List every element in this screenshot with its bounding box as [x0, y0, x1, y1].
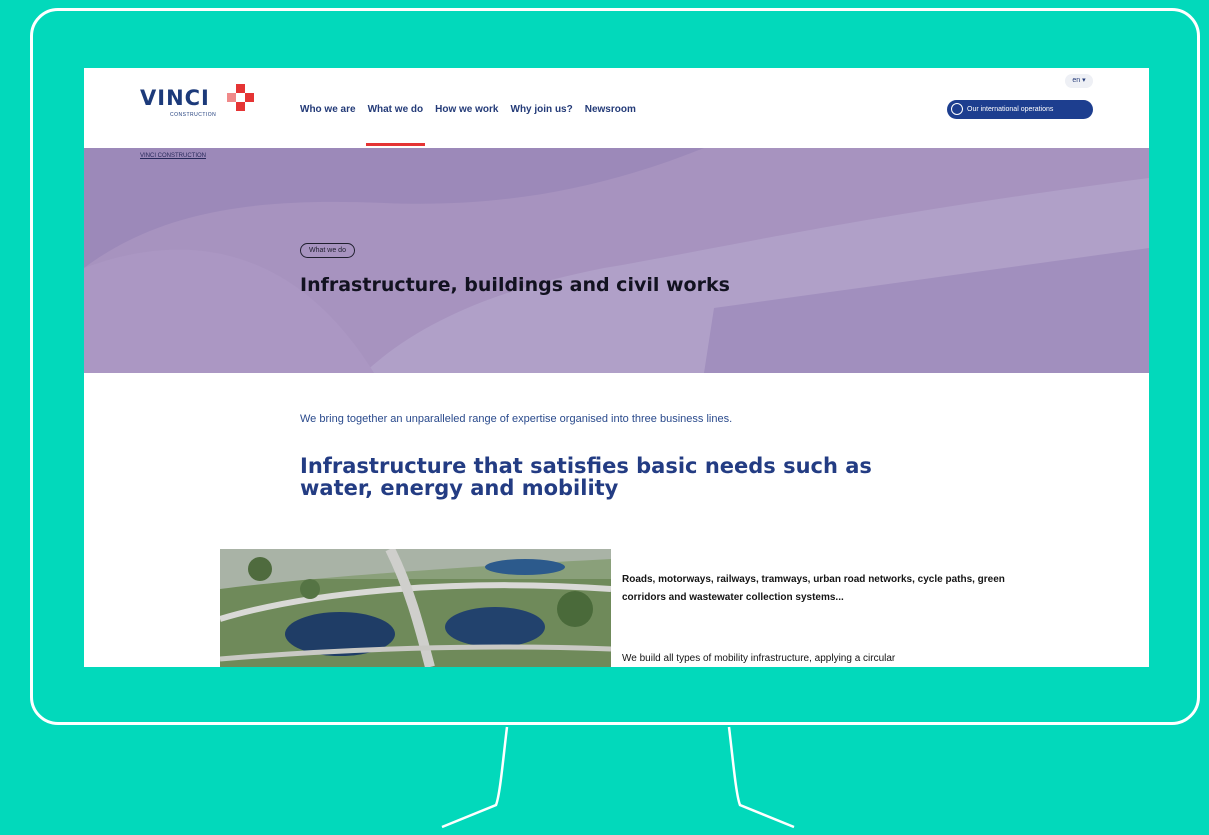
feature-highlight-text: Roads, motorways, railways, tramways, ur… [622, 574, 1005, 603]
language-selector[interactable]: en ▾ [1065, 74, 1093, 88]
nav-newsroom[interactable]: Newsroom [585, 104, 636, 115]
main-nav: Who we are What we do How we work Why jo… [300, 104, 648, 146]
section-tag: What we do [300, 243, 355, 258]
hero-background-shapes [84, 148, 1149, 373]
hero-banner: VINCI CONSTRUCTION What we do Infrastruc… [84, 148, 1149, 373]
vinci-cross-icon [227, 84, 254, 111]
nav-why-join-us[interactable]: Why join us? [511, 104, 573, 115]
intro-text: We bring together an unparalleled range … [300, 413, 733, 425]
international-operations-button[interactable]: Our international operations [947, 100, 1093, 119]
vinci-logo[interactable]: VINCI CONSTRUCTION [140, 82, 280, 132]
page-title: Infrastructure, buildings and civil work… [300, 274, 730, 296]
globe-icon [951, 103, 963, 115]
feature-body-text: We build all types of mobility infrastru… [622, 653, 896, 664]
nav-how-we-work[interactable]: How we work [435, 104, 498, 115]
infrastructure-aerial-photo [220, 549, 611, 667]
site-header: VINCI CONSTRUCTION Who we are What we do… [84, 68, 1149, 148]
breadcrumb[interactable]: VINCI CONSTRUCTION [140, 153, 206, 159]
international-operations-label: Our international operations [967, 106, 1054, 113]
section-heading: Infrastructure that satisfies basic need… [300, 454, 872, 500]
logo-subtitle: CONSTRUCTION [170, 112, 217, 118]
nav-what-we-do[interactable]: What we do [365, 104, 425, 146]
browser-screen: VINCI CONSTRUCTION Who we are What we do… [84, 68, 1149, 667]
logo-wordmark: VINCI [140, 86, 210, 110]
nav-who-we-are[interactable]: Who we are [300, 104, 356, 115]
